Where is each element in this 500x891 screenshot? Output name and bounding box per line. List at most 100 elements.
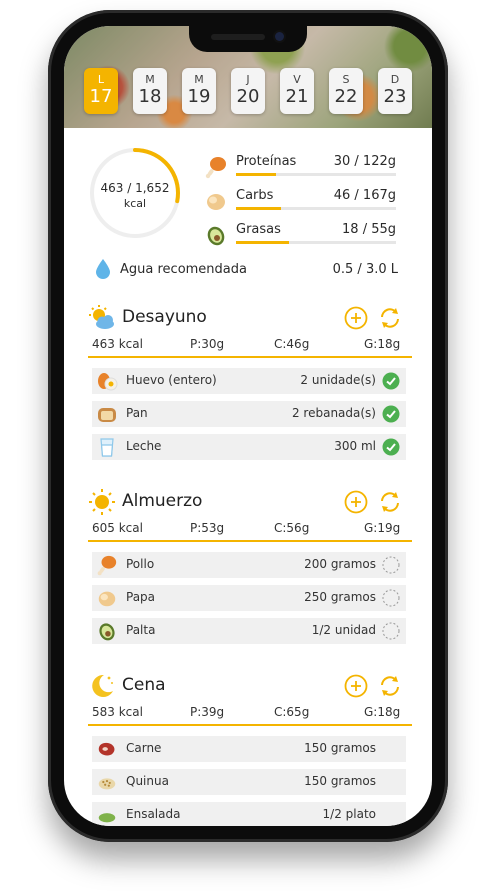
check-done-icon[interactable] (382, 438, 400, 456)
drumstick-icon (205, 157, 226, 179)
refresh-icon[interactable] (378, 306, 402, 330)
day-tab[interactable]: S 22 (329, 68, 363, 114)
calorie-unit: kcal (123, 197, 147, 210)
water-drop-icon (96, 259, 110, 279)
macro-progress-fill (236, 207, 281, 210)
macro-name: Proteínas (236, 154, 297, 169)
day-tab[interactable]: L 17 (84, 68, 118, 114)
add-circle-icon[interactable] (344, 490, 368, 514)
day-tab[interactable]: V 21 (280, 68, 314, 114)
avocado-icon (207, 226, 225, 246)
food-row[interactable]: Papa 250 gramos (92, 585, 406, 611)
meal-kcal: 583 kcal (92, 705, 143, 719)
day-letter: M (145, 73, 155, 86)
front-camera (275, 32, 284, 41)
food-quantity: 1/2 unidad (311, 623, 376, 637)
food-quantity: 150 gramos (304, 774, 376, 788)
meal-kcal: 605 kcal (92, 521, 143, 535)
food-row[interactable]: Quinua 150 gramos (92, 769, 406, 795)
meal-carbs: C:65g (274, 705, 310, 719)
food-row[interactable]: Leche 300 ml (92, 434, 406, 460)
food-quantity: 250 gramos (304, 590, 376, 604)
meal-carbs: C:56g (274, 521, 310, 535)
meal-header: Cena (88, 672, 412, 702)
day-tab[interactable]: M 18 (133, 68, 167, 114)
day-tab[interactable]: M 19 (182, 68, 216, 114)
water-row: Agua recomendada 0.5 / 3.0 L (94, 258, 398, 282)
steak-icon (98, 742, 115, 756)
food-row[interactable]: Palta 1/2 unidad (92, 618, 406, 644)
food-name: Ensalada (126, 807, 181, 821)
day-letter: J (246, 73, 250, 86)
check-done-icon[interactable] (382, 405, 400, 423)
drumstick-icon (97, 555, 117, 576)
check-pending-icon[interactable] (382, 589, 400, 607)
milk-glass-icon (100, 438, 114, 457)
macro-progress-track (236, 207, 396, 210)
macro-progress-fill (236, 241, 289, 244)
salad-icon (98, 813, 116, 823)
check-done-icon[interactable] (382, 372, 400, 390)
moon-icon (92, 674, 113, 697)
day-number: 17 (89, 86, 113, 107)
meal-fats: G:18g (364, 337, 401, 351)
food-row[interactable]: Huevo (entero) 2 unidade(s) (92, 368, 406, 394)
potato-icon (207, 194, 225, 210)
food-name: Quinua (126, 774, 169, 788)
potato-icon (98, 591, 116, 607)
meal-section-dinner: Cena 583 kcal P:39g C:65g G:18g Carne 15… (88, 672, 412, 826)
day-letter: M (194, 73, 204, 86)
food-row[interactable]: Pollo 200 gramos (92, 552, 406, 578)
day-tab[interactable]: J 20 (231, 68, 265, 114)
notch (189, 26, 307, 52)
food-name: Papa (126, 590, 156, 604)
food-row[interactable]: Ensalada 1/2 plato (92, 802, 406, 826)
food-name: Pan (126, 406, 148, 420)
macro-value: 18 / 55g (342, 222, 396, 237)
food-name: Huevo (entero) (126, 373, 217, 387)
day-number: 23 (383, 86, 407, 107)
meal-title: Desayuno (122, 307, 207, 327)
app-screen: L 17 M 18 M 19 J 20 V 21 S 22 D 23 463 / 1,652 … (64, 26, 432, 826)
meal-item-list: Carne 150 gramos Quinua 150 gramos Ensal… (88, 736, 412, 826)
meal-item-list: Huevo (entero) 2 unidade(s) Pan 2 rebana… (88, 368, 412, 460)
meal-section-breakfast: Desayuno 463 kcal P:30g C:46g G:18g Huev… (88, 304, 412, 467)
meal-fats: G:18g (364, 705, 401, 719)
macro-name: Carbs (236, 188, 274, 203)
day-tab[interactable]: D 23 (378, 68, 412, 114)
water-value: 0.5 / 3.0 L (332, 262, 398, 277)
sun-icon (89, 489, 115, 515)
meal-item-list: Pollo 200 gramos Papa 250 gramos Palta 1… (88, 552, 412, 644)
meal-header: Almuerzo (88, 488, 412, 518)
day-letter: S (342, 73, 350, 86)
day-number: 22 (334, 86, 358, 107)
refresh-icon[interactable] (378, 674, 402, 698)
food-quantity: 200 gramos (304, 557, 376, 571)
add-circle-icon[interactable] (344, 674, 368, 698)
food-quantity: 2 unidade(s) (300, 373, 376, 387)
meal-stats: 463 kcal P:30g C:46g G:18g (88, 334, 412, 358)
meal-section-lunch: Almuerzo 605 kcal P:53g C:56g G:19g Poll… (88, 488, 412, 651)
food-quantity: 1/2 plato (322, 807, 376, 821)
week-day-selector: L 17 M 18 M 19 J 20 V 21 S 22 D 23 (84, 68, 412, 114)
food-row[interactable]: Pan 2 rebanada(s) (92, 401, 406, 427)
meal-header: Desayuno (88, 304, 412, 334)
check-pending-icon[interactable] (382, 622, 400, 640)
check-pending-icon[interactable] (382, 556, 400, 574)
meal-stats: 583 kcal P:39g C:65g G:18g (88, 702, 412, 726)
food-name: Carne (126, 741, 162, 755)
food-row[interactable]: Carne 150 gramos (92, 736, 406, 762)
meal-carbs: C:46g (274, 337, 310, 351)
water-label: Agua recomendada (120, 262, 247, 277)
food-quantity: 2 rebanada(s) (291, 406, 376, 420)
meal-protein: P:53g (190, 521, 225, 535)
add-circle-icon[interactable] (344, 306, 368, 330)
meal-protein: P:30g (190, 337, 225, 351)
refresh-icon[interactable] (378, 490, 402, 514)
day-number: 20 (236, 86, 260, 107)
macro-progress-track (236, 173, 396, 176)
macro-value: 46 / 167g (333, 188, 396, 203)
calorie-value: 463 / 1,652 (100, 181, 170, 195)
meal-fats: G:19g (364, 521, 401, 535)
meal-title: Cena (122, 675, 166, 695)
